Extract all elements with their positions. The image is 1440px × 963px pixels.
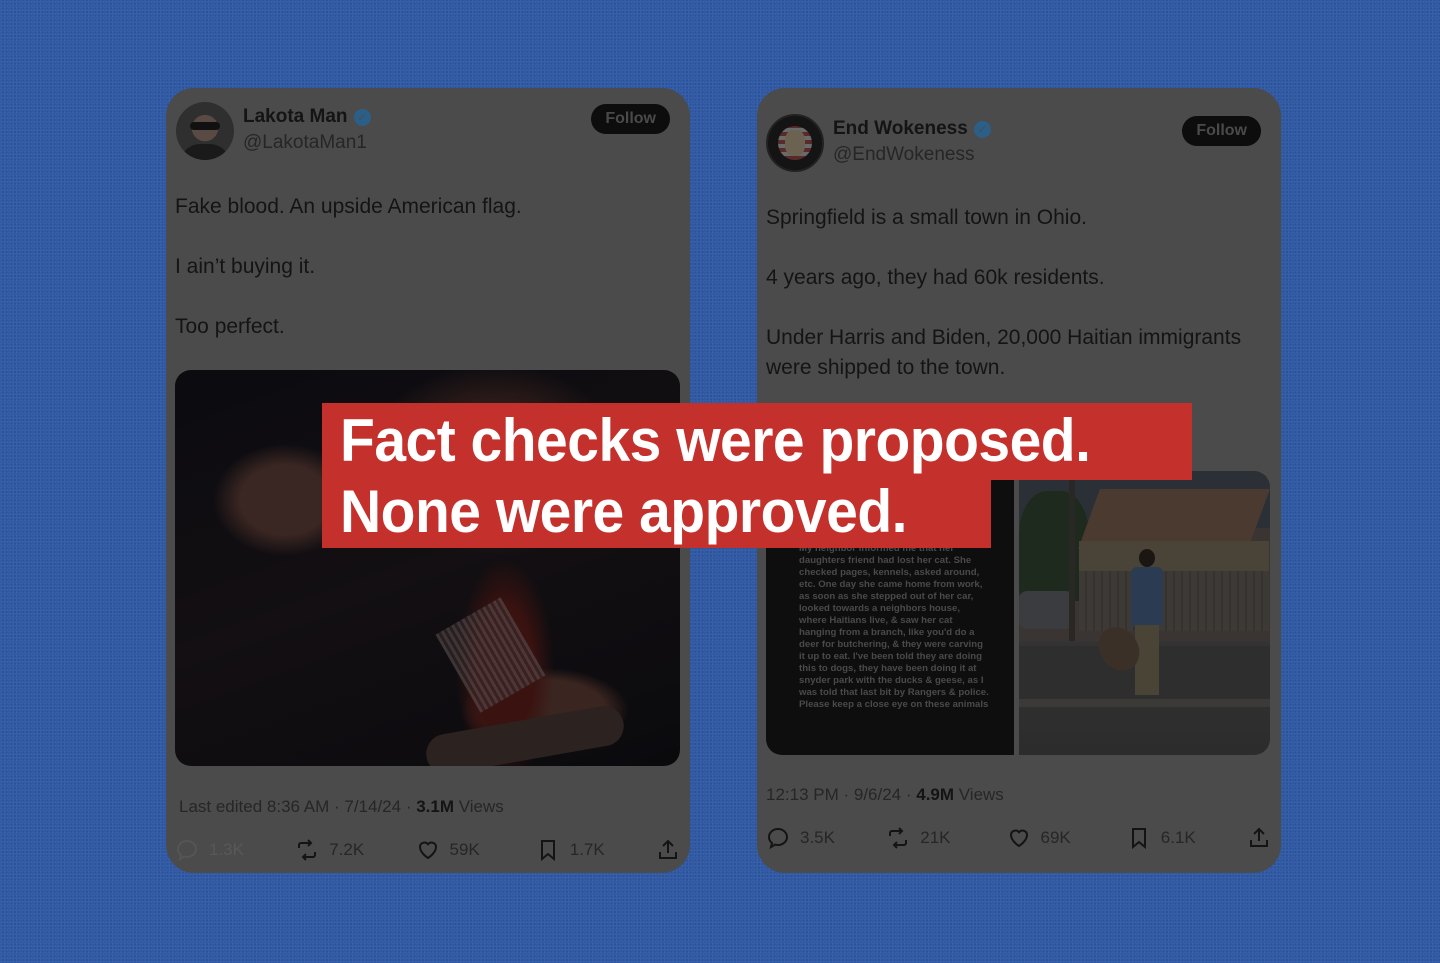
bookmark-icon — [540, 840, 555, 862]
author-name-row: Lakota Man ✓ — [243, 106, 371, 128]
avatar-emblem — [785, 130, 805, 156]
reply-count: 3.5K — [800, 828, 835, 847]
tweet-text: Springfield is a small town in Ohio. 4 y… — [766, 203, 1261, 413]
photo-fence — [1079, 571, 1269, 631]
action-bar: 1.3K 7.2K 59K 1.7K — [175, 838, 680, 862]
photo-hand — [423, 702, 627, 766]
photo-car — [1019, 591, 1074, 629]
bookmark-button[interactable]: 1.7K — [536, 838, 646, 862]
views-count: 3.1M — [416, 797, 454, 816]
avatar-sunglasses — [190, 122, 220, 130]
tweet-photo-street[interactable] — [1019, 471, 1270, 755]
tweet-text-line: I ain’t buying it. — [175, 255, 316, 278]
photo-roof — [1078, 489, 1270, 549]
heart-icon — [418, 841, 437, 860]
screenshot-note-text: My neighbor informed me that her daughte… — [799, 543, 989, 710]
tweet-meta: Last edited 8:36 AM · 7/14/24 · 3.1M Vie… — [179, 797, 504, 817]
tweet-text-line: 4 years ago, they had 60k residents. — [766, 266, 1105, 289]
bookmark-button[interactable]: 6.1K — [1127, 826, 1237, 850]
like-count: 59K — [449, 840, 480, 859]
follow-button[interactable]: Follow — [1182, 116, 1261, 146]
follow-button[interactable]: Follow — [591, 104, 670, 134]
person-head — [1139, 549, 1155, 567]
author-handle[interactable]: @LakotaMan1 — [243, 132, 367, 154]
photo-pole — [1069, 471, 1075, 641]
headline-line-1: Fact checks were proposed. — [340, 407, 1091, 475]
repost-count: 21K — [920, 828, 951, 847]
share-icon — [659, 839, 677, 859]
headline-banner-line-1: Fact checks were proposed. — [322, 403, 1192, 480]
headline-banner-line-2: None were approved. — [322, 478, 991, 548]
tweet-text-line: Fake blood. An upside American flag. — [175, 195, 522, 218]
repost-icon — [889, 827, 908, 849]
views-count: 4.9M — [916, 785, 955, 804]
timestamp[interactable]: 12:13 PM · 9/6/24 · — [766, 785, 916, 804]
person-legs — [1135, 625, 1159, 695]
like-button[interactable]: 59K — [416, 838, 526, 862]
avatar[interactable] — [766, 114, 824, 172]
author-name-row: End Wokeness ✓ — [833, 118, 991, 140]
share-button[interactable] — [656, 838, 680, 862]
tweet-text-line: Springfield is a small town in Ohio. — [766, 206, 1087, 229]
reply-count: 1.3K — [209, 840, 244, 859]
bookmark-count: 6.1K — [1160, 828, 1196, 847]
author-handle[interactable]: @EndWokeness — [833, 144, 974, 166]
bookmark-count: 1.7K — [569, 840, 605, 859]
repost-button[interactable]: 21K — [886, 826, 996, 850]
reply-button[interactable]: 3.5K — [766, 826, 876, 850]
avatar-shirt — [180, 144, 230, 160]
share-button[interactable] — [1247, 826, 1271, 850]
repost-icon — [298, 839, 317, 861]
repost-button[interactable]: 7.2K — [295, 838, 405, 862]
tweet-meta: 12:13 PM · 9/6/24 · 4.9M Views — [766, 785, 1004, 805]
tweet-text-line: Too perfect. — [175, 315, 285, 338]
avatar[interactable] — [176, 102, 234, 160]
timestamp[interactable]: Last edited 8:36 AM · 7/14/24 · — [179, 797, 416, 816]
tweet-text: Fake blood. An upside American flag. I a… — [175, 192, 670, 372]
share-icon — [1250, 827, 1268, 847]
views-label: Views — [454, 797, 504, 816]
heart-icon — [1009, 829, 1028, 848]
verified-badge-icon: ✓ — [973, 120, 991, 138]
action-bar: 3.5K 21K 69K 6.1K — [766, 826, 1271, 850]
reply-icon — [176, 839, 198, 862]
person-torso — [1131, 567, 1163, 627]
author-name[interactable]: Lakota Man — [243, 106, 348, 128]
photo-curb — [1019, 699, 1270, 707]
tweet-text-line: Under Harris and Biden, 20,000 Haitian i… — [766, 326, 1242, 379]
verified-badge-icon: ✓ — [353, 108, 371, 126]
like-button[interactable]: 69K — [1007, 826, 1117, 850]
bookmark-icon — [1131, 828, 1146, 850]
photo-flag-patch — [435, 597, 546, 713]
photo-person — [1127, 549, 1167, 699]
headline-line-2: None were approved. — [340, 478, 908, 546]
views-label: Views — [954, 785, 1004, 804]
reply-icon — [767, 827, 789, 850]
reply-button[interactable]: 1.3K — [175, 838, 285, 862]
repost-count: 7.2K — [329, 840, 365, 859]
like-count: 69K — [1040, 828, 1071, 847]
author-name[interactable]: End Wokeness — [833, 118, 968, 140]
